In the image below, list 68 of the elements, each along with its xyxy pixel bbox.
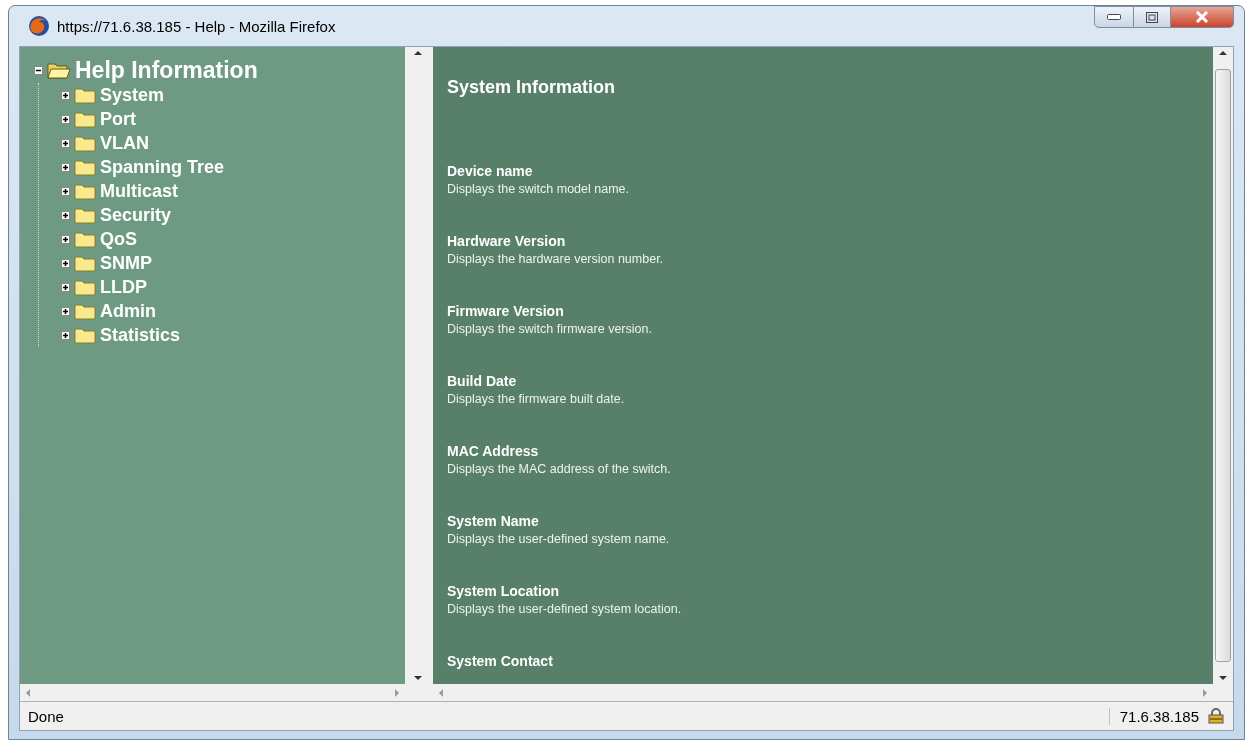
expand-icon[interactable] [61, 306, 70, 316]
field-name: Firmware Version [447, 302, 565, 320]
close-icon [1195, 11, 1209, 23]
expand-icon[interactable] [61, 138, 70, 148]
field-description: Displays the user-defined system name. [447, 531, 671, 548]
folder-icon [74, 230, 96, 248]
field-description: Displays the MAC address of the switch. [447, 461, 672, 478]
field-name: System Name [447, 512, 540, 530]
field-description: Displays the hardware version number. [447, 251, 665, 268]
scroll-up-icon[interactable] [414, 51, 422, 55]
scroll-up-icon[interactable] [1219, 51, 1227, 55]
page-heading: System Information [447, 77, 617, 98]
status-text: Done [28, 707, 65, 725]
scroll-down-icon[interactable] [414, 676, 422, 680]
close-button[interactable] [1171, 6, 1234, 28]
expand-icon[interactable] [61, 90, 70, 100]
expand-icon[interactable] [61, 210, 70, 220]
field-name: Build Date [447, 372, 518, 390]
minimize-icon [1107, 14, 1121, 20]
tree-item[interactable]: System [100, 84, 165, 106]
tree-item[interactable]: Multicast [100, 180, 178, 202]
field-name: Hardware Version [447, 232, 567, 250]
folder-icon [74, 254, 96, 272]
expand-icon[interactable] [61, 114, 70, 124]
tree-item[interactable]: QoS [100, 228, 137, 250]
tree-item[interactable]: Help Information [75, 56, 258, 84]
tree-item[interactable]: LLDP [100, 276, 147, 298]
tree-item[interactable]: Admin [100, 300, 156, 322]
scrollbar-thumb[interactable] [1215, 69, 1231, 662]
host-address: 71.6.38.185 [1108, 707, 1199, 725]
folder-icon [74, 110, 96, 128]
folder-icon [74, 182, 96, 200]
folder-icon [74, 134, 96, 152]
folder-icon [74, 278, 96, 296]
field-name: MAC Address [447, 442, 540, 460]
minimize-button[interactable] [1094, 6, 1134, 28]
expand-icon[interactable] [61, 186, 70, 196]
field-description: Displays the switch model name. [447, 181, 631, 198]
maximize-icon [1146, 11, 1158, 23]
folder-icon [74, 158, 96, 176]
scroll-down-icon[interactable] [1219, 676, 1227, 680]
field-name: Device name [447, 162, 534, 180]
field-name: System Location [447, 582, 561, 600]
expand-icon[interactable] [61, 258, 70, 268]
browser-logo-icon [28, 15, 50, 37]
expand-icon[interactable] [61, 330, 70, 340]
open-folder-icon [47, 61, 71, 79]
lock-icon[interactable] [1207, 708, 1225, 724]
collapse-icon[interactable] [34, 65, 43, 75]
field-name: System Contact [447, 652, 554, 670]
field-description: Displays the user-defined system location. [447, 601, 683, 618]
expand-icon[interactable] [61, 162, 70, 172]
folder-icon [74, 206, 96, 224]
folder-icon [74, 302, 96, 320]
expand-icon[interactable] [61, 282, 70, 292]
folder-icon [74, 326, 96, 344]
tree-item[interactable]: Security [100, 204, 172, 226]
tree-item[interactable]: SNMP [100, 252, 152, 274]
tree-item[interactable]: VLAN [100, 132, 149, 154]
tree-item[interactable]: Spanning Tree [100, 156, 225, 178]
window-title: https://71.6.38.185 - Help - Mozilla Firefox [57, 17, 337, 35]
field-description: Displays the firmware built date. [447, 391, 626, 408]
expand-icon[interactable] [61, 234, 70, 244]
folder-icon [74, 86, 96, 104]
maximize-button[interactable] [1134, 6, 1171, 28]
field-description: Displays the switch firmware version. [447, 321, 653, 338]
tree-item[interactable]: Statistics [100, 324, 181, 346]
tree-item[interactable]: Port [100, 108, 136, 130]
